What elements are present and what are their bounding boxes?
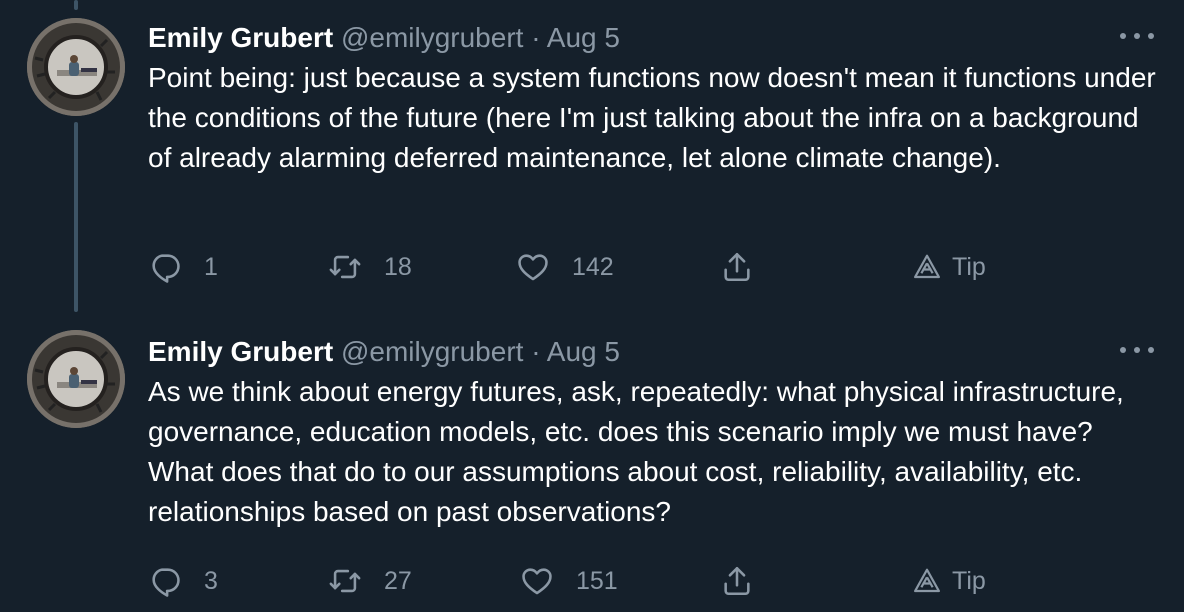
tip-icon	[914, 254, 940, 279]
retweet-icon	[329, 255, 361, 279]
reply-button[interactable]: 3	[148, 561, 218, 601]
retweet-count: 18	[384, 252, 412, 281]
tweet-content: Emily Grubert @emilygrubert · Aug 5 Poin…	[148, 20, 1160, 178]
tip-button[interactable]: Tip	[912, 561, 986, 601]
retweet-button[interactable]: 27	[328, 561, 412, 601]
author-handle[interactable]: @emilygrubert	[341, 336, 523, 367]
tip-label: Tip	[952, 252, 986, 281]
more-icon[interactable]	[1120, 24, 1154, 48]
author-handle[interactable]: @emilygrubert	[341, 22, 523, 53]
heart-icon	[518, 254, 548, 281]
share-button[interactable]	[720, 561, 754, 601]
tweet-header: Emily Grubert @emilygrubert · Aug 5	[148, 20, 1160, 56]
reply-count: 1	[204, 252, 218, 281]
tweet-header: Emily Grubert @emilygrubert · Aug 5	[148, 334, 1160, 370]
like-button[interactable]: 151	[520, 561, 618, 601]
author-name[interactable]: Emily Grubert	[148, 336, 333, 367]
like-count: 151	[576, 566, 618, 595]
tweet-actions: 3 27 151 Tip	[148, 561, 1028, 601]
retweet-button[interactable]: 18	[328, 247, 412, 287]
tweet-content: Emily Grubert @emilygrubert · Aug 5 As w…	[148, 334, 1160, 532]
tweet-actions: 1 18 142 Tip	[148, 247, 1028, 287]
avatar[interactable]	[27, 330, 125, 428]
share-icon	[724, 252, 750, 282]
tip-label: Tip	[952, 566, 986, 595]
reply-icon	[152, 254, 180, 283]
reply-button[interactable]: 1	[148, 247, 218, 287]
tweet[interactable]: Emily Grubert @emilygrubert · Aug 5 As w…	[0, 312, 1184, 612]
tweet-date[interactable]: Aug 5	[547, 22, 620, 53]
retweet-icon	[329, 569, 361, 593]
tweet-text: As we think about energy futures, ask, r…	[148, 376, 1124, 527]
heart-icon	[522, 568, 552, 595]
tweet[interactable]: Emily Grubert @emilygrubert · Aug 5 Poin…	[0, 0, 1184, 300]
more-icon[interactable]	[1120, 338, 1154, 362]
tweet-text: Point being: just because a system funct…	[148, 62, 1156, 173]
header-separator: ·	[531, 22, 541, 53]
author-name[interactable]: Emily Grubert	[148, 22, 333, 53]
tip-button[interactable]: Tip	[912, 247, 986, 287]
share-button[interactable]	[720, 247, 754, 287]
tip-icon	[914, 568, 940, 593]
retweet-count: 27	[384, 566, 412, 595]
reply-count: 3	[204, 566, 218, 595]
header-separator: ·	[531, 336, 541, 367]
like-button[interactable]: 142	[516, 247, 614, 287]
tweet-date[interactable]: Aug 5	[547, 336, 620, 367]
share-icon	[724, 566, 750, 596]
reply-icon	[152, 568, 180, 597]
like-count: 142	[572, 252, 614, 281]
avatar[interactable]	[27, 18, 125, 116]
